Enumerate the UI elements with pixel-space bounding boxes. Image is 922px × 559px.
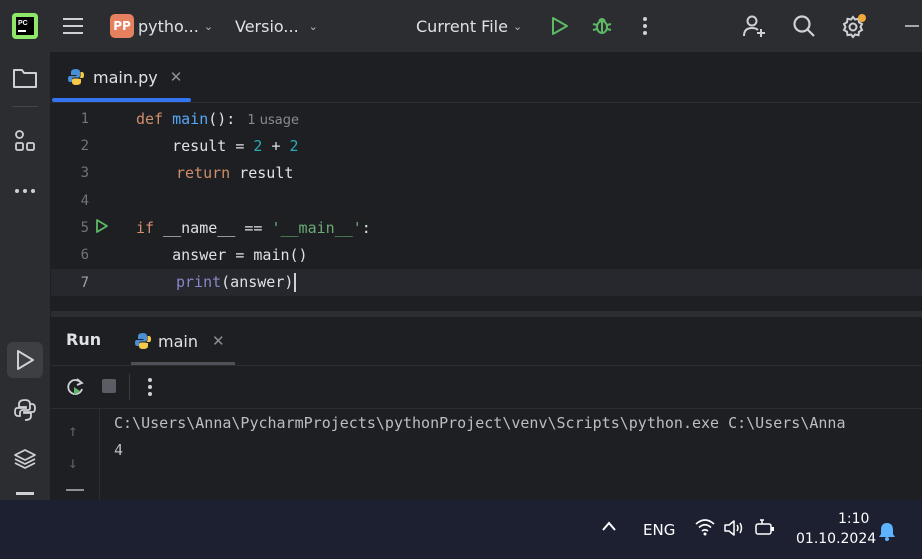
- code-text: result = 2 + 2: [136, 136, 299, 155]
- minimize-icon[interactable]: [905, 0, 919, 52]
- line-number: 4: [80, 192, 89, 209]
- svg-text:PC: PC: [18, 20, 28, 27]
- title-bar: PC PP pytho... ⌄ Versio... ⌄ Current Fil…: [0, 0, 922, 52]
- vcs-label: Versio...: [235, 16, 299, 36]
- line-number: 7: [80, 274, 89, 291]
- scroll-down-icon[interactable]: ↓: [68, 453, 78, 472]
- more-vertical-icon[interactable]: [642, 0, 648, 52]
- chevron-up-icon[interactable]: [601, 520, 617, 536]
- scroll-up-icon[interactable]: ↑: [68, 421, 78, 440]
- code-line-current: 7 print(answer): [51, 269, 922, 296]
- search-icon[interactable]: [792, 0, 816, 52]
- add-user-icon[interactable]: [742, 0, 766, 52]
- code-text: print(answer): [176, 273, 297, 292]
- soft-wrap-icon[interactable]: [66, 489, 84, 491]
- python-packages-icon[interactable]: [9, 443, 41, 475]
- run-panel-header: Run main ✕: [51, 317, 922, 366]
- console-gutter: ↑ ↓: [51, 409, 100, 500]
- text-caret: [294, 273, 297, 292]
- close-icon[interactable]: ✕: [212, 332, 225, 350]
- partial-icon: [16, 492, 34, 495]
- clock-date[interactable]: 01.10.2024: [796, 531, 876, 547]
- clock-time[interactable]: 1:10: [838, 511, 869, 527]
- run-console[interactable]: ↑ ↓ C:\Users\Anna\PycharmProjects\python…: [51, 409, 922, 500]
- line-number: 6: [80, 246, 89, 263]
- run-tab-label: main: [158, 331, 198, 351]
- chevron-down-icon: ⌄: [512, 19, 523, 33]
- line-number: 1: [80, 110, 89, 127]
- more-vertical-icon[interactable]: [147, 377, 153, 397]
- code-text: answer = main(): [136, 245, 308, 264]
- run-tab-main[interactable]: main ✕: [134, 317, 225, 365]
- active-run-tab-indicator: [131, 362, 235, 365]
- chevron-down-icon: ⌄: [308, 19, 318, 33]
- project-selector[interactable]: PP pytho... ⌄: [110, 0, 213, 52]
- os-taskbar: ENG 1:10 01.10.2024: [0, 500, 922, 559]
- editor-tab-bar: main.py ✕: [51, 52, 922, 103]
- gutter-run-icon[interactable]: [95, 218, 109, 238]
- code-text: return result: [176, 163, 294, 182]
- run-toolbar: [51, 366, 922, 409]
- usage-hint[interactable]: 1 usage: [247, 113, 299, 128]
- code-line: 1 def main(): 1 usage: [51, 105, 922, 132]
- vcs-selector[interactable]: Versio... ⌄: [235, 0, 318, 52]
- line-number: 3: [80, 164, 89, 181]
- tab-main-py[interactable]: main.py ✕: [67, 52, 182, 102]
- run-config-label: Current File: [416, 16, 508, 36]
- tab-label: main.py: [93, 67, 158, 87]
- code-editor[interactable]: 1 def main(): 1 usage 2 result = 2 + 2 3 …: [51, 103, 922, 311]
- stop-icon[interactable]: [102, 379, 116, 393]
- pycharm-logo-icon[interactable]: PC: [12, 0, 38, 52]
- wifi-icon[interactable]: [694, 518, 716, 540]
- structure-icon[interactable]: [9, 125, 41, 157]
- code-text: def main(): 1 usage: [136, 109, 299, 128]
- more-tools-icon[interactable]: [9, 175, 41, 207]
- run-config-selector[interactable]: Current File ⌄: [416, 0, 522, 52]
- code-line: 3 return result: [51, 159, 922, 186]
- active-tab-indicator: [52, 98, 191, 102]
- chevron-down-icon: ⌄: [203, 19, 214, 33]
- left-tool-strip: [0, 52, 51, 500]
- notification-bell-icon[interactable]: [878, 521, 896, 545]
- rerun-icon[interactable]: [65, 377, 85, 397]
- console-line: C:\Users\Anna\PycharmProjects\pythonProj…: [114, 414, 846, 432]
- battery-icon[interactable]: [754, 519, 776, 541]
- run-panel-title: Run: [66, 330, 102, 349]
- settings-icon[interactable]: [841, 0, 867, 52]
- debug-icon[interactable]: [591, 0, 613, 52]
- code-line: 5 if __name__ == '__main__':: [51, 214, 922, 241]
- line-number: 5: [80, 219, 89, 236]
- code-line: 6 answer = main(): [51, 241, 922, 268]
- close-icon[interactable]: ✕: [170, 68, 183, 86]
- console-line: 4: [114, 441, 124, 459]
- code-line: 2 result = 2 + 2: [51, 132, 922, 159]
- python-console-icon[interactable]: [9, 394, 41, 426]
- input-language[interactable]: ENG: [643, 521, 675, 539]
- project-folder-icon[interactable]: [9, 62, 41, 94]
- python-file-icon: [134, 332, 152, 350]
- code-line: 4: [51, 187, 922, 214]
- divider: [129, 374, 130, 400]
- code-text: if __name__ == '__main__':: [136, 218, 371, 237]
- run-tool-icon[interactable]: [7, 342, 43, 378]
- run-icon[interactable]: [551, 0, 569, 52]
- divider: [12, 106, 38, 107]
- project-badge: PP: [110, 14, 134, 38]
- main-menu-icon[interactable]: [62, 0, 84, 52]
- python-file-icon: [67, 68, 85, 86]
- volume-icon[interactable]: [723, 519, 745, 541]
- project-name: pytho...: [138, 16, 199, 36]
- line-number: 2: [80, 137, 89, 154]
